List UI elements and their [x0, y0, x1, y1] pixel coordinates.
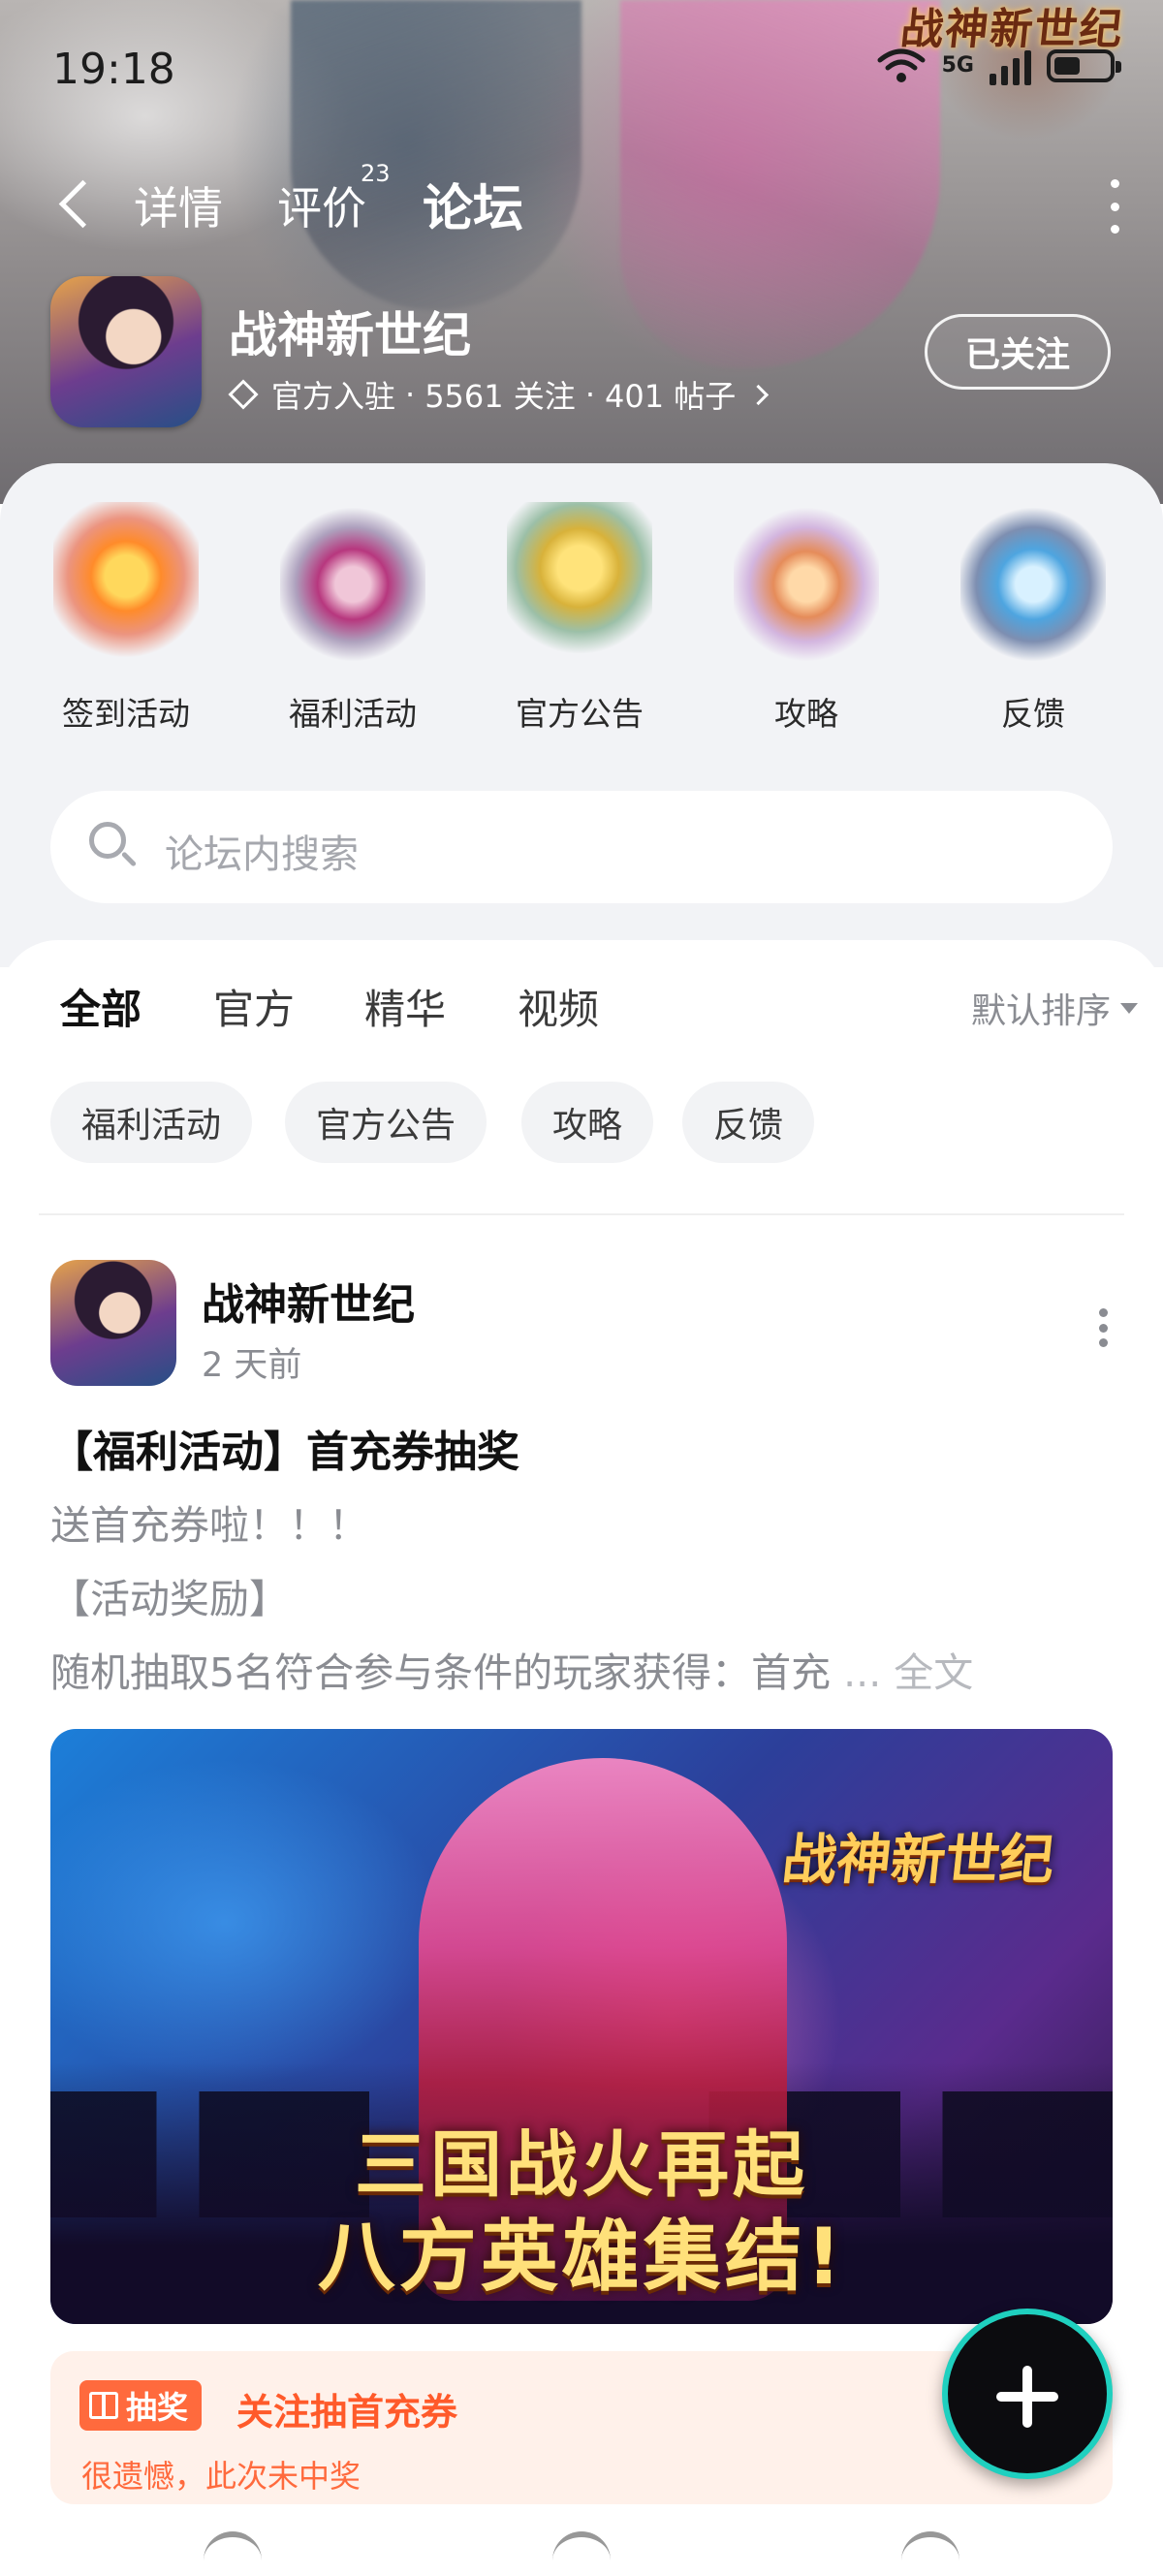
feed-tab-featured[interactable]: 精华 — [364, 977, 446, 1036]
posts-count: 401 帖子 — [604, 378, 737, 415]
quick-link-label: 福利活动 — [289, 695, 417, 733]
post-body-line: 【活动奖励】 — [50, 1576, 289, 1622]
forum-feed: 全部 官方 精华 视频 默认排序 福利活动 官方公告 攻略 反馈 战神新世纪 2… — [0, 940, 1163, 2570]
tab-reviews[interactable]: 评价 — [277, 173, 366, 237]
lottery-tag: 抽奖 — [79, 2380, 203, 2431]
gift-icon — [89, 2392, 118, 2419]
filter-chip-feedback[interactable]: 反馈 — [682, 1082, 815, 1163]
reviews-count-badge: 23 — [361, 160, 391, 187]
post-title[interactable]: 【福利活动】首充券抽奖 — [50, 1417, 519, 1479]
divider — [39, 1213, 1124, 1215]
official-badge-text: 官方入驻 — [271, 378, 396, 415]
create-post-button[interactable] — [942, 2309, 1113, 2479]
follow-button[interactable]: 已关注 — [925, 314, 1111, 390]
forum-search-input[interactable]: 论坛内搜索 — [50, 791, 1113, 903]
sort-label: 默认排序 — [970, 991, 1111, 1031]
post-body-text: 随机抽取5名符合参与条件的玩家获得：首充 — [50, 1649, 832, 1696]
quick-link-guide[interactable]: 攻略 — [709, 502, 903, 735]
game-meta[interactable]: 官方入驻 · 5561 关注 · 401 帖子 — [228, 372, 770, 417]
feed-tab-video[interactable]: 视频 — [518, 977, 599, 1036]
feedback-character-icon — [960, 502, 1106, 667]
read-full-link[interactable]: ... 全文 — [843, 1649, 973, 1696]
quick-link-welfare[interactable]: 福利活动 — [256, 502, 450, 735]
welfare-character-icon — [280, 502, 425, 667]
filter-chip-guide[interactable]: 攻略 — [521, 1082, 654, 1163]
filter-chip-announcement[interactable]: 官方公告 — [285, 1082, 487, 1163]
quick-link-feedback[interactable]: 反馈 — [936, 502, 1130, 735]
meta-separator: · — [584, 376, 595, 413]
post-author-name[interactable]: 战神新世纪 — [202, 1270, 415, 1332]
tab-forum[interactable]: 论坛 — [423, 168, 528, 242]
like-icon[interactable] — [901, 2531, 959, 2576]
post-body-line: 随机抽取5名符合参与条件的玩家获得：首充 ... 全文 — [50, 1640, 973, 1698]
checkin-character-icon — [53, 502, 199, 667]
post-more-options-icon[interactable] — [1099, 1308, 1109, 1347]
quick-link-label: 攻略 — [774, 695, 838, 733]
wifi-icon — [877, 48, 926, 82]
lottery-title: 关注抽首充券 — [236, 2391, 458, 2434]
lottery-tag-label: 抽奖 — [126, 2389, 189, 2426]
hero-character-art — [291, 0, 582, 310]
quick-link-label: 官方公告 — [516, 695, 644, 733]
chevron-right-icon — [748, 384, 770, 405]
comment-icon[interactable] — [552, 2531, 611, 2576]
search-icon — [87, 820, 141, 874]
filter-chip-welfare[interactable]: 福利活动 — [50, 1082, 253, 1163]
banner-game-logo: 战神新世纪 — [779, 1829, 1057, 1892]
tab-details[interactable]: 详情 — [134, 173, 223, 237]
announcement-character-icon — [507, 502, 652, 667]
game-title: 战神新世纪 — [229, 307, 471, 363]
game-icon[interactable] — [50, 276, 202, 427]
top-nav: 详情 评价 23 论坛 — [0, 160, 1163, 247]
post-timestamp: 2 天前 — [202, 1346, 302, 1385]
post-banner-image[interactable]: 战神新世纪 三国战火再起 八方英雄集结! — [50, 1729, 1113, 2324]
banner-slogan-line2: 八方英雄集结! — [317, 2212, 846, 2302]
meta-separator: · — [405, 376, 416, 413]
quick-link-label: 反馈 — [1001, 695, 1065, 733]
guide-character-icon — [734, 502, 879, 667]
quick-link-announcement[interactable]: 官方公告 — [483, 502, 676, 735]
quick-link-checkin[interactable]: 签到活动 — [29, 502, 223, 735]
post-body-line: 送首充券啦！！！ — [50, 1502, 368, 1549]
network-type: 5G — [941, 53, 974, 78]
signal-icon — [990, 47, 1031, 85]
followers-count: 5561 关注 — [424, 378, 576, 415]
official-diamond-icon — [228, 379, 259, 410]
sort-dropdown[interactable]: 默认排序 — [971, 983, 1138, 1033]
battery-icon — [1047, 49, 1121, 82]
bottom-bar-partial — [0, 2512, 1163, 2570]
search-placeholder: 论坛内搜索 — [165, 832, 359, 877]
quick-link-label: 签到活动 — [62, 695, 190, 733]
feed-tab-official[interactable]: 官方 — [213, 977, 295, 1036]
share-icon[interactable] — [204, 2531, 262, 2576]
lottery-result: 很遗憾，此次未中奖 — [81, 2458, 361, 2495]
status-time: 19:18 — [52, 45, 175, 94]
more-options-icon[interactable] — [1105, 179, 1124, 234]
post-author-avatar[interactable] — [50, 1260, 176, 1386]
caret-down-icon — [1120, 1002, 1138, 1014]
status-icons: 5G — [876, 47, 1121, 85]
back-icon[interactable] — [56, 175, 95, 234]
feed-tab-all[interactable]: 全部 — [60, 977, 141, 1046]
